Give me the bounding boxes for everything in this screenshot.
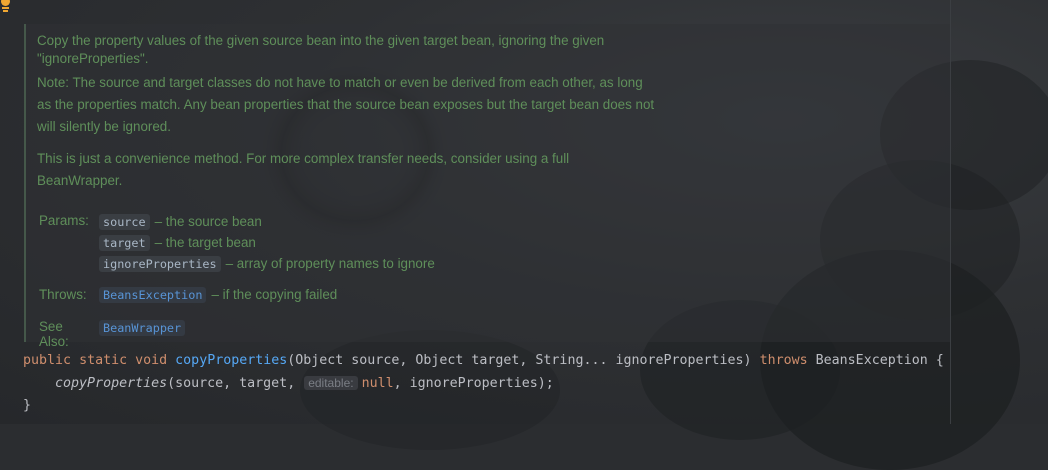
exception-type: BeansException { (815, 353, 944, 368)
inlay-parameter-hint: editable: (304, 376, 358, 390)
closing-brace: } (23, 398, 32, 413)
keyword: null (361, 376, 394, 391)
code-line-body[interactable]: copyProperties(source, target, editable:… (23, 372, 944, 395)
doc-paragraph-summary: Copy the property values of the given so… (37, 33, 605, 66)
doc-paragraph-note: Note: The source and target classes do n… (37, 75, 655, 134)
param-row: target – the target bean (99, 232, 435, 253)
param-description: – the source bean (154, 214, 262, 229)
keyword: static (79, 353, 128, 368)
param-row: source – the source bean (99, 211, 435, 232)
doc-block-bar (24, 24, 26, 342)
see-also-link[interactable]: BeanWrapper (99, 319, 186, 336)
see-also-row: BeanWrapper (99, 317, 190, 338)
param-name-chip: target (99, 234, 150, 251)
call-arguments: , ignoreProperties); (393, 376, 554, 391)
keyword: public (23, 353, 72, 368)
param-description: – the target bean (154, 235, 256, 250)
doc-description: Copy the property values of the given so… (37, 32, 657, 192)
param-row: ignoreProperties – array of property nam… (99, 253, 435, 274)
throws-list: BeansException – if the copying failed (99, 284, 337, 305)
right-margin-guide (950, 0, 951, 424)
method-parameters: (Object source, Object target, String...… (287, 353, 752, 368)
lightbulb-base (2, 7, 9, 9)
keyword: void (135, 353, 168, 368)
params-label: Params: (39, 213, 89, 228)
throws-description: – if the copying failed (211, 287, 338, 302)
call-arguments: (source, target, (167, 376, 304, 391)
see-also-label: See Also: (39, 319, 69, 349)
code-line-signature[interactable]: public static void copyProperties(Object… (23, 350, 944, 372)
params-list: source – the source bean target – the ta… (99, 211, 435, 274)
keyword: throws (759, 353, 808, 368)
throws-row: BeansException – if the copying failed (99, 284, 337, 305)
param-name-chip: ignoreProperties (99, 255, 221, 272)
exception-link[interactable]: BeansException (99, 286, 207, 303)
doc-paragraph-convenience: This is just a convenience method. For m… (37, 151, 570, 188)
throws-label: Throws: (39, 287, 87, 302)
code-line-closing[interactable]: } (23, 395, 944, 417)
lightbulb-base-tip (3, 10, 8, 12)
method-call: copyProperties (55, 376, 168, 391)
see-also-list: BeanWrapper (99, 317, 190, 338)
code-editor-text[interactable]: public static void copyProperties(Object… (23, 350, 944, 417)
param-name-chip: source (99, 213, 150, 230)
param-description: – array of property names to ignore (225, 256, 435, 271)
method-name: copyProperties (175, 353, 288, 368)
